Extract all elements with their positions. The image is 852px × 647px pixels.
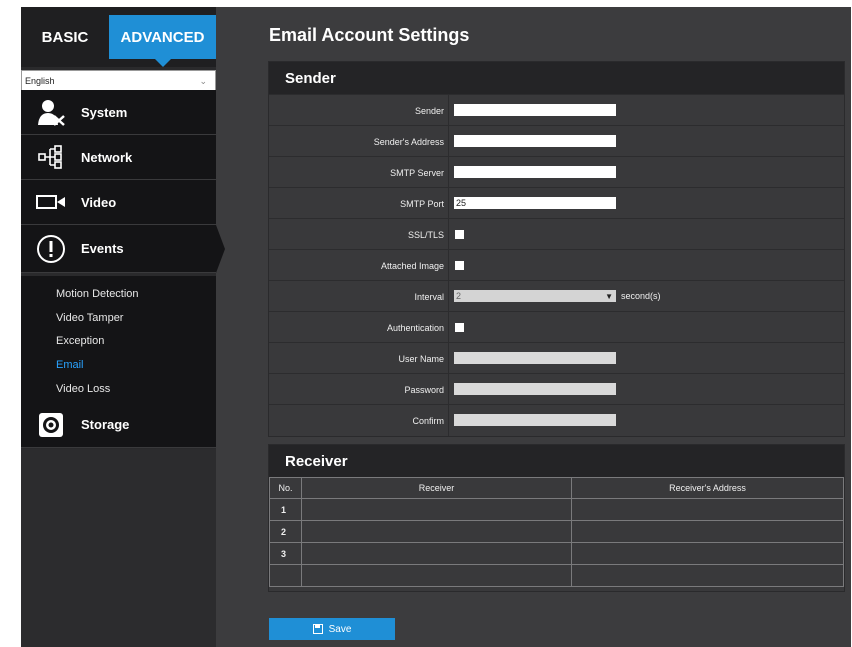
sidebar-item-events[interactable]: Events	[21, 225, 225, 273]
chevron-down-icon: ▼	[605, 291, 613, 301]
network-icon	[21, 145, 81, 169]
language-value: English	[25, 76, 55, 86]
field-label: SSL/TLS	[269, 219, 449, 250]
video-camera-icon	[21, 194, 81, 210]
receiver-cell[interactable]	[301, 564, 572, 587]
form-row-smtp-port: SMTP Port	[269, 187, 844, 219]
table-row[interactable]	[269, 564, 844, 587]
field-label: Attached Image	[269, 250, 449, 281]
storage-disk-icon	[21, 412, 81, 438]
sender-address-input[interactable]	[454, 135, 616, 147]
save-disk-icon	[312, 624, 323, 634]
row-number: 2	[269, 520, 302, 543]
table-row[interactable]: 1	[269, 498, 844, 521]
authentication-checkbox[interactable]	[455, 323, 464, 332]
table-row[interactable]: 3	[269, 542, 844, 565]
mode-tabs: BASIC ADVANCED	[21, 7, 216, 67]
events-submenu: Motion Detection Video Tamper Exception …	[21, 276, 216, 402]
column-header-receiver: Receiver	[301, 477, 572, 499]
attached-image-checkbox[interactable]	[455, 261, 464, 270]
sidebar-item-label: Events	[81, 241, 124, 256]
sidebar-item-network[interactable]: Network	[21, 135, 216, 180]
sidebar-item-label: System	[81, 104, 128, 120]
form-row-confirm: Confirm	[269, 404, 844, 436]
page-title: Email Account Settings	[269, 25, 470, 45]
receiver-heading: Receiver	[269, 445, 844, 477]
sidebar-item-label: Storage	[81, 417, 130, 432]
alert-icon	[21, 234, 81, 264]
interval-unit: second(s)	[621, 291, 661, 301]
receiver-cell[interactable]	[301, 542, 572, 565]
receiver-panel: Receiver No. Receiver Receiver's Address…	[268, 444, 845, 592]
column-header-no: No.	[269, 477, 302, 499]
field-label: User Name	[269, 343, 449, 374]
save-label: Save	[328, 623, 352, 635]
submenu-item-video-tamper[interactable]: Video Tamper	[56, 312, 123, 324]
sidebar-item-storage[interactable]: Storage	[21, 402, 216, 448]
form-row-user-name: User Name	[269, 342, 844, 374]
receiver-address-cell[interactable]	[571, 542, 844, 565]
row-number	[269, 564, 302, 587]
field-label: Sender's Address	[269, 126, 449, 157]
form-row-authentication: Authentication	[269, 311, 844, 343]
interval-select[interactable]: 2 ▼	[454, 290, 616, 302]
form-row-attached-image: Attached Image	[269, 249, 844, 281]
form-row-smtp-server: SMTP Server	[269, 156, 844, 188]
submenu-item-video-loss[interactable]: Video Loss	[56, 383, 110, 395]
receiver-cell[interactable]	[301, 498, 572, 521]
row-number: 1	[269, 498, 302, 521]
sidebar: BASIC ADVANCED English ⌄ System Network	[21, 7, 225, 647]
sidebar-item-label: Video	[81, 194, 117, 210]
sidebar-filler	[21, 449, 216, 647]
tab-basic[interactable]: BASIC	[21, 15, 109, 59]
language-select[interactable]: English ⌄	[21, 70, 216, 92]
submenu-item-exception[interactable]: Exception	[56, 335, 104, 347]
field-label: Sender	[269, 95, 449, 126]
smtp-server-input[interactable]	[454, 166, 616, 178]
ssl-tls-checkbox[interactable]	[455, 230, 464, 239]
field-label: SMTP Server	[269, 157, 449, 188]
receiver-cell[interactable]	[301, 520, 572, 543]
system-icon	[21, 98, 81, 126]
interval-value: 2	[456, 291, 462, 301]
form-row-interval: Interval 2 ▼ second(s)	[269, 280, 844, 312]
field-label: Interval	[269, 281, 449, 312]
tab-advanced[interactable]: ADVANCED	[109, 15, 216, 67]
form-row-ssl-tls: SSL/TLS	[269, 218, 844, 250]
user-name-input[interactable]	[454, 352, 616, 364]
submenu-item-motion-detection[interactable]: Motion Detection	[56, 288, 139, 300]
sender-input[interactable]	[454, 104, 616, 116]
sender-heading: Sender	[269, 62, 844, 94]
row-number: 3	[269, 542, 302, 565]
receiver-table: No. Receiver Receiver's Address 1 2 3	[269, 477, 844, 587]
field-label: Password	[269, 374, 449, 405]
receiver-address-cell[interactable]	[571, 564, 844, 587]
save-button[interactable]: Save	[269, 618, 395, 640]
sidebar-item-system[interactable]: System	[21, 90, 216, 135]
table-header-row: No. Receiver Receiver's Address	[269, 477, 844, 499]
column-header-receiver-address: Receiver's Address	[571, 477, 844, 499]
confirm-password-input[interactable]	[454, 414, 616, 426]
smtp-port-input[interactable]	[454, 197, 616, 209]
field-label: SMTP Port	[269, 188, 449, 219]
password-input[interactable]	[454, 383, 616, 395]
field-label: Confirm	[269, 405, 449, 436]
form-row-sender: Sender	[269, 94, 844, 126]
sidebar-item-label: Network	[81, 149, 133, 165]
field-label: Authentication	[269, 312, 449, 343]
sender-panel: Sender Sender Sender's Address SMTP Serv…	[268, 61, 845, 437]
chevron-down-icon: ⌄	[199, 75, 207, 86]
form-row-password: Password	[269, 373, 844, 405]
sidebar-item-video[interactable]: Video	[21, 180, 216, 225]
receiver-address-cell[interactable]	[571, 498, 844, 521]
form-row-sender-address: Sender's Address	[269, 125, 844, 157]
receiver-address-cell[interactable]	[571, 520, 844, 543]
submenu-item-email[interactable]: Email	[56, 359, 84, 371]
table-row[interactable]: 2	[269, 520, 844, 543]
